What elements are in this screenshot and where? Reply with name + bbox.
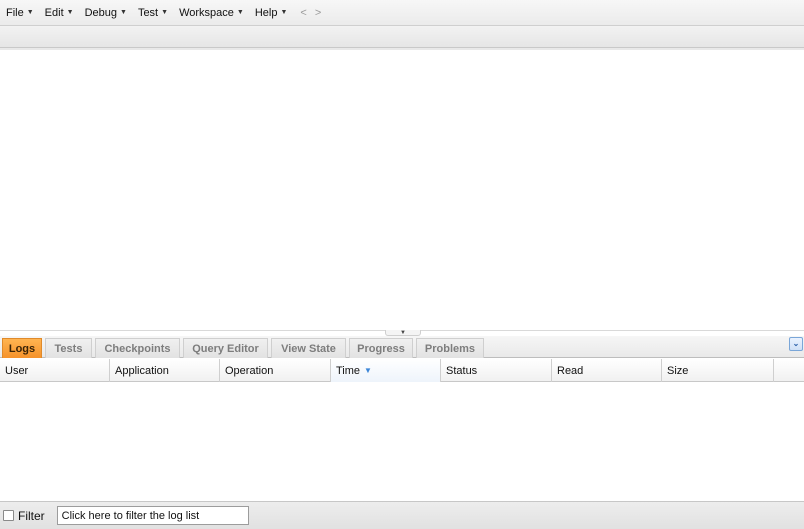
- menu-file[interactable]: File ▼: [6, 7, 34, 19]
- toolbar: [0, 26, 804, 48]
- tab-logs[interactable]: Logs: [2, 338, 42, 358]
- column-read[interactable]: Read: [552, 359, 662, 382]
- back-arrow-icon[interactable]: <: [300, 7, 306, 19]
- menu-test[interactable]: Test ▼: [138, 7, 168, 19]
- tab-tests[interactable]: Tests: [45, 338, 92, 358]
- tab-problems[interactable]: Problems: [416, 338, 484, 358]
- column-user[interactable]: User: [0, 359, 110, 382]
- menu-workspace[interactable]: Workspace ▼: [179, 7, 244, 19]
- log-table-header: User Application Operation Time ▼ Status …: [0, 359, 804, 382]
- menu-debug[interactable]: Debug ▼: [85, 7, 127, 19]
- chevron-down-icon: ▼: [280, 9, 288, 16]
- menu-bar: File ▼ Edit ▼ Debug ▼ Test ▼ Workspace ▼ Help…: [0, 0, 804, 26]
- chevron-down-icon: ▼: [26, 9, 34, 16]
- collapse-panel-icon[interactable]: ⌄: [789, 337, 803, 351]
- chevron-down-icon: ▼: [161, 9, 169, 16]
- column-size[interactable]: Size: [662, 359, 774, 382]
- bottom-panel-tabs: Logs Tests Checkpoints Query Editor View…: [0, 336, 804, 358]
- main-workspace: [0, 50, 804, 330]
- chevron-down-icon: ▼: [236, 9, 244, 16]
- chevron-down-icon: ▼: [66, 9, 74, 16]
- chevron-down-icon: ▼: [120, 9, 127, 16]
- column-time[interactable]: Time ▼: [331, 359, 441, 382]
- filter-checkbox[interactable]: [3, 510, 14, 521]
- filter-bar: Filter: [0, 501, 804, 529]
- forward-arrow-icon[interactable]: >: [315, 7, 321, 19]
- tab-view-state[interactable]: View State: [271, 338, 346, 358]
- sort-descending-icon: ▼: [364, 366, 372, 375]
- menu-help[interactable]: Help ▼: [255, 7, 288, 19]
- tab-progress[interactable]: Progress: [349, 338, 413, 358]
- menu-edit[interactable]: Edit ▼: [45, 7, 74, 19]
- tab-checkpoints[interactable]: Checkpoints: [95, 338, 180, 358]
- column-status[interactable]: Status: [441, 359, 552, 382]
- tab-query-editor[interactable]: Query Editor: [183, 338, 268, 358]
- log-list[interactable]: [0, 382, 804, 501]
- filter-input[interactable]: [56, 506, 249, 525]
- column-operation[interactable]: Operation: [220, 359, 331, 382]
- column-application[interactable]: Application: [110, 359, 220, 382]
- filter-label: Filter: [18, 508, 45, 523]
